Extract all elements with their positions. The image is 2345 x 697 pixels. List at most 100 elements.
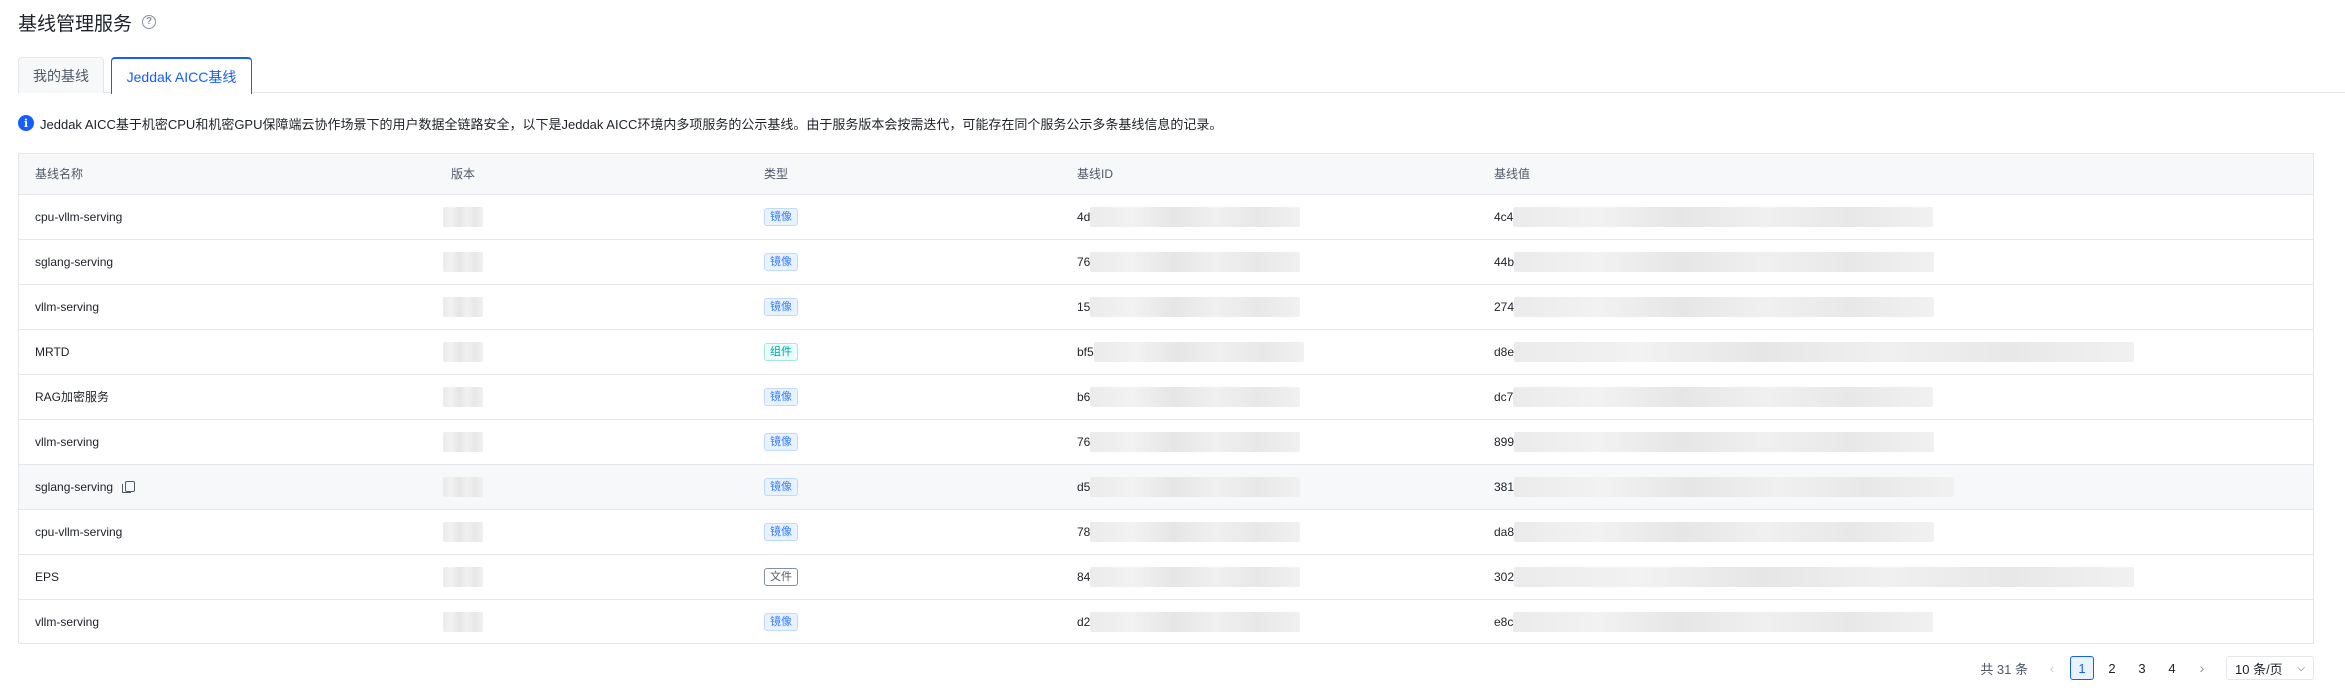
redacted-baseline-id — [1093, 341, 1304, 362]
redacted-baseline-value — [1514, 341, 2135, 362]
redacted-baseline-id — [1090, 386, 1301, 407]
table-row[interactable]: vllm-serving 镜像 15 274 — [19, 284, 2313, 330]
table-row[interactable]: RAG加密服务 镜像 b6 dc7 — [19, 374, 2313, 420]
redacted-baseline-id — [1090, 431, 1301, 452]
table-row[interactable]: sglang-serving 镜像 76 44b — [19, 239, 2313, 285]
cell-baseline-value: dc7 — [1478, 374, 2313, 420]
redacted-baseline-value — [1513, 386, 1934, 407]
page-button-3[interactable]: 3 — [2130, 656, 2154, 680]
cell-baseline-id: bf5 — [1061, 329, 1478, 375]
baseline-id-prefix: d2 — [1077, 614, 1091, 629]
baseline-id-prefix: 78 — [1077, 524, 1091, 539]
table-header-row: 基线名称 版本 类型 基线ID 基线值 — [19, 154, 2313, 195]
redacted-baseline-id — [1090, 521, 1301, 542]
redacted-baseline-id — [1090, 611, 1301, 632]
page-size-label: 10 条/页 — [2235, 661, 2283, 677]
chevron-down-icon: ⌵ — [2297, 662, 2305, 674]
baseline-name: sglang-serving — [35, 479, 114, 494]
cell-version — [435, 464, 748, 510]
table-row[interactable]: cpu-vllm-serving 镜像 4d 4c4 — [19, 194, 2313, 240]
cell-baseline-value: d8e — [1478, 329, 2313, 375]
cell-version — [435, 239, 748, 285]
redacted-baseline-value — [1514, 566, 2135, 587]
notice-text: Jeddak AICC基于机密CPU和机密GPU保障端云协作场景下的用户数据全链… — [40, 116, 1223, 132]
type-tag: 镜像 — [764, 432, 798, 451]
baseline-value-prefix: e8c — [1494, 614, 1514, 629]
redacted-baseline-value — [1513, 611, 1934, 632]
table-row[interactable]: EPS 文件 84 302 — [19, 554, 2313, 600]
cell-type: 镜像 — [748, 419, 1061, 465]
cell-baseline-id: 4d — [1061, 194, 1478, 240]
cell-baseline-name: vllm-serving — [19, 284, 435, 330]
baseline-name: vllm-serving — [35, 614, 100, 629]
redacted-baseline-value — [1513, 206, 1934, 227]
baseline-table: 基线名称 版本 类型 基线ID 基线值 cpu-vllm-serving 镜像 4d… — [18, 153, 2314, 644]
redacted-version — [443, 206, 483, 227]
cell-version — [435, 419, 748, 465]
type-tag: 镜像 — [764, 252, 798, 271]
column-header-type: 类型 — [748, 154, 1061, 195]
tab-jeddak-aicc-baseline[interactable]: Jeddak AICC基线 — [111, 57, 252, 94]
cell-baseline-name: sglang-serving — [19, 464, 435, 510]
cell-baseline-id: 76 — [1061, 419, 1478, 465]
baseline-name: cpu-vllm-serving — [35, 209, 123, 224]
cell-type: 镜像 — [748, 464, 1061, 510]
info-notice: i Jeddak AICC基于机密CPU和机密GPU保障端云协作场景下的用户数据… — [18, 112, 1222, 134]
cell-baseline-value: da8 — [1478, 509, 2313, 555]
baseline-value-prefix: 899 — [1494, 434, 1515, 449]
page-button-4[interactable]: 4 — [2160, 656, 2184, 680]
table-row[interactable]: sglang-serving 镜像 d5 381 — [19, 464, 2313, 510]
cell-baseline-id: b6 — [1061, 374, 1478, 420]
chevron-right-icon[interactable]: › — [2190, 656, 2214, 680]
baseline-name: vllm-serving — [35, 299, 100, 314]
baseline-id-prefix: b6 — [1077, 389, 1091, 404]
baseline-id-prefix: 76 — [1077, 254, 1091, 269]
cell-baseline-id: 76 — [1061, 239, 1478, 285]
page-button-1[interactable]: 1 — [2070, 656, 2094, 680]
redacted-version — [443, 431, 483, 452]
baseline-name: sglang-serving — [35, 254, 114, 269]
redacted-baseline-value — [1514, 476, 1955, 497]
table-row[interactable]: MRTD 组件 bf5 d8e — [19, 329, 2313, 375]
copy-icon[interactable] — [122, 480, 136, 493]
cell-baseline-id: 84 — [1061, 554, 1478, 600]
cell-baseline-value: 381 — [1478, 464, 2313, 510]
baseline-value-prefix: 44b — [1494, 254, 1515, 269]
table-row[interactable]: vllm-serving 镜像 d2 e8c — [19, 599, 2313, 644]
redacted-baseline-value — [1514, 431, 1935, 452]
redacted-version — [443, 341, 483, 362]
page-title: 基线管理服务 — [18, 13, 133, 35]
cell-type: 镜像 — [748, 284, 1061, 330]
table-row[interactable]: cpu-vllm-serving 镜像 78 da8 — [19, 509, 2313, 555]
cell-type: 组件 — [748, 329, 1061, 375]
question-circle-icon[interactable]: ? — [142, 15, 157, 29]
page-size-select[interactable]: 10 条/页 ⌵ — [2226, 656, 2314, 680]
redacted-baseline-id — [1090, 296, 1301, 317]
redacted-baseline-id — [1090, 476, 1301, 497]
baseline-id-prefix: 84 — [1077, 569, 1091, 584]
cell-version — [435, 599, 748, 644]
type-tag: 镜像 — [764, 387, 798, 406]
redacted-baseline-id — [1090, 206, 1301, 227]
redacted-version — [443, 476, 483, 497]
column-header-baseline-id: 基线ID — [1061, 154, 1478, 195]
column-header-baseline-value: 基线值 — [1478, 154, 2313, 195]
cell-baseline-name: sglang-serving — [19, 239, 435, 285]
page-button-2[interactable]: 2 — [2100, 656, 2124, 680]
cell-baseline-name: EPS — [19, 554, 435, 600]
chevron-left-icon[interactable]: ‹ — [2040, 656, 2064, 680]
tab-bar: 我的基线 Jeddak AICC基线 — [18, 57, 2345, 94]
type-tag: 镜像 — [764, 522, 798, 541]
page-header: 基线管理服务 ? — [18, 8, 157, 36]
baseline-value-prefix: 302 — [1494, 569, 1515, 584]
cell-version — [435, 329, 748, 375]
baseline-id-prefix: 15 — [1077, 299, 1091, 314]
table-row[interactable]: vllm-serving 镜像 76 899 — [19, 419, 2313, 465]
cell-baseline-value: e8c — [1478, 599, 2313, 644]
type-tag: 镜像 — [764, 297, 798, 316]
tab-my-baseline[interactable]: 我的基线 — [18, 57, 104, 93]
type-tag: 镜像 — [764, 477, 798, 496]
type-tag: 文件 — [764, 567, 798, 586]
cell-type: 文件 — [748, 554, 1061, 600]
cell-version — [435, 194, 748, 240]
